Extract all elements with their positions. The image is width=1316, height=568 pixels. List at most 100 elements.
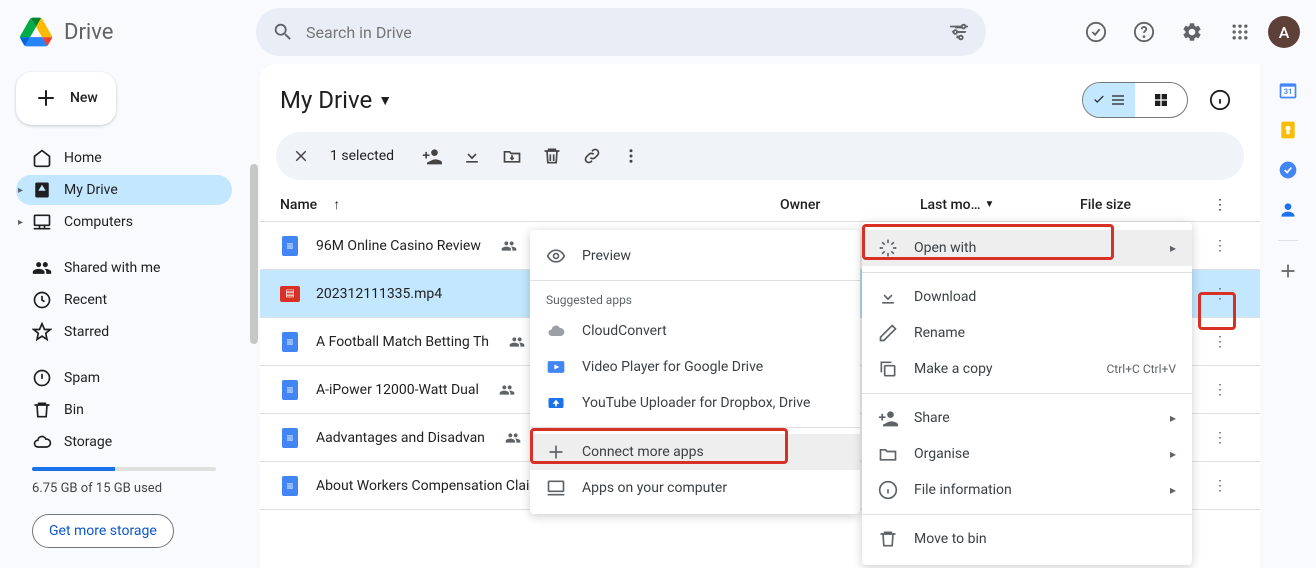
search-icon bbox=[272, 21, 294, 43]
col-name-label[interactable]: Name bbox=[280, 197, 317, 213]
menu-connect-apps[interactable]: Connect more apps bbox=[530, 434, 860, 470]
shared-indicator-icon bbox=[505, 430, 521, 446]
menu-make-copy[interactable]: Make a copy Ctrl+C Ctrl+V bbox=[862, 351, 1192, 387]
plus-icon bbox=[34, 86, 58, 110]
menu-organise[interactable]: Organise ▸ bbox=[862, 436, 1192, 472]
keep-app-icon[interactable] bbox=[1278, 120, 1298, 140]
row-more-icon[interactable]: ⋮ bbox=[1200, 430, 1240, 446]
search-options-icon[interactable] bbox=[948, 21, 970, 43]
app-name: Drive bbox=[64, 20, 113, 45]
row-more-icon[interactable]: ⋮ bbox=[1200, 382, 1240, 398]
apps-grid-icon[interactable] bbox=[1220, 12, 1260, 52]
help-icon[interactable] bbox=[1124, 12, 1164, 52]
get-storage-button[interactable]: Get more storage bbox=[32, 514, 174, 548]
account-avatar[interactable]: A bbox=[1268, 16, 1300, 48]
offline-ready-icon[interactable] bbox=[1076, 12, 1116, 52]
doc-file-icon: ≡ bbox=[280, 236, 300, 256]
calendar-app-icon[interactable]: 31 bbox=[1278, 80, 1298, 100]
nav-computers[interactable]: ▸ Computers bbox=[16, 207, 232, 237]
file-name-text: Aadvantages and Disadvan bbox=[316, 430, 485, 446]
nav-spam[interactable]: Spam bbox=[16, 363, 232, 393]
expand-icon[interactable]: ▸ bbox=[18, 185, 23, 196]
nav-label: Home bbox=[64, 150, 102, 166]
download-action-icon[interactable] bbox=[462, 146, 482, 166]
nav-bin[interactable]: Bin bbox=[16, 395, 232, 425]
drive-logo-icon bbox=[16, 12, 56, 52]
nav-home[interactable]: Home bbox=[16, 143, 232, 173]
col-size-label[interactable]: File size bbox=[1080, 197, 1200, 213]
menu-open-with[interactable]: Open with ▸ bbox=[862, 230, 1192, 266]
settings-icon[interactable] bbox=[1172, 12, 1212, 52]
doc-file-icon: ≡ bbox=[280, 380, 300, 400]
share-action-icon[interactable] bbox=[422, 146, 442, 166]
shared-indicator-icon bbox=[501, 238, 517, 254]
close-selection-icon[interactable] bbox=[292, 147, 310, 165]
expand-icon[interactable]: ▸ bbox=[18, 217, 23, 228]
menu-download[interactable]: Download bbox=[862, 279, 1192, 315]
menu-label: Preview bbox=[582, 248, 631, 264]
menu-share[interactable]: Share ▸ bbox=[862, 400, 1192, 436]
menu-label: Move to bin bbox=[914, 531, 987, 547]
doc-file-icon: ≡ bbox=[280, 428, 300, 448]
nav-label: Starred bbox=[64, 324, 109, 340]
svg-text:31: 31 bbox=[1284, 87, 1293, 96]
row-more-icon[interactable]: ⋮ bbox=[1200, 238, 1240, 254]
col-owner-label[interactable]: Owner bbox=[780, 197, 920, 213]
bin-icon bbox=[32, 400, 52, 420]
row-more-icon[interactable]: ⋮ bbox=[1200, 286, 1240, 302]
menu-preview[interactable]: Preview bbox=[530, 238, 860, 274]
menu-app-cloudconvert[interactable]: CloudConvert bbox=[530, 313, 860, 349]
submenu-arrow-icon: ▸ bbox=[1170, 447, 1176, 461]
file-name-text: A-iPower 12000-Watt Dual bbox=[316, 382, 479, 398]
row-more-icon[interactable]: ⋮ bbox=[1200, 478, 1240, 494]
list-view-button[interactable] bbox=[1083, 83, 1135, 117]
nav-storage[interactable]: Storage bbox=[16, 427, 232, 457]
menu-move-to-bin[interactable]: Move to bin bbox=[862, 521, 1192, 557]
sidebar-scrollbar[interactable] bbox=[248, 64, 260, 568]
breadcrumb[interactable]: My Drive ▼ bbox=[280, 86, 392, 114]
search-bar[interactable] bbox=[256, 8, 986, 56]
menu-label: Connect more apps bbox=[582, 444, 704, 460]
nav-label: My Drive bbox=[64, 182, 118, 198]
side-panel: 31 bbox=[1260, 64, 1316, 568]
nav-starred[interactable]: Starred bbox=[16, 317, 232, 347]
col-menu-icon[interactable]: ⋮ bbox=[1200, 197, 1240, 213]
menu-app-youtube-uploader[interactable]: YouTube Uploader for Dropbox, Drive bbox=[530, 385, 860, 421]
info-icon[interactable] bbox=[1200, 80, 1240, 120]
selection-bar: 1 selected bbox=[276, 132, 1244, 180]
nav-label: Bin bbox=[64, 402, 84, 418]
more-action-icon[interactable] bbox=[622, 147, 640, 165]
selection-count: 1 selected bbox=[330, 148, 394, 164]
link-action-icon[interactable] bbox=[582, 146, 602, 166]
video-file-icon: ▤ bbox=[280, 284, 300, 304]
storage-bar bbox=[32, 467, 216, 471]
add-addon-icon[interactable] bbox=[1278, 261, 1298, 281]
menu-rename[interactable]: Rename bbox=[862, 315, 1192, 351]
view-toggle[interactable] bbox=[1082, 82, 1188, 118]
contacts-app-icon[interactable] bbox=[1278, 200, 1298, 220]
menu-label: Video Player for Google Drive bbox=[582, 359, 763, 375]
tasks-app-icon[interactable] bbox=[1278, 160, 1298, 180]
col-modified-label[interactable]: Last mo…▼ bbox=[920, 197, 1080, 213]
breadcrumb-label: My Drive bbox=[280, 86, 372, 114]
sort-asc-icon[interactable]: ↑ bbox=[333, 196, 340, 213]
grid-view-button[interactable] bbox=[1135, 83, 1187, 117]
star-icon bbox=[32, 322, 52, 342]
menu-label: Share bbox=[914, 410, 950, 426]
menu-app-videoplayer[interactable]: Video Player for Google Drive bbox=[530, 349, 860, 385]
home-icon bbox=[32, 148, 52, 168]
menu-apps-computer[interactable]: Apps on your computer bbox=[530, 470, 860, 506]
row-more-icon[interactable]: ⋮ bbox=[1200, 334, 1240, 350]
nav-label: Storage bbox=[64, 434, 112, 450]
delete-action-icon[interactable] bbox=[542, 146, 562, 166]
new-button[interactable]: New bbox=[16, 72, 116, 125]
nav-my-drive[interactable]: ▸ My Drive bbox=[16, 175, 232, 205]
menu-file-info[interactable]: File information ▸ bbox=[862, 472, 1192, 508]
nav-shared[interactable]: Shared with me bbox=[16, 253, 232, 283]
search-input[interactable] bbox=[306, 23, 936, 42]
shared-icon bbox=[32, 258, 52, 278]
chevron-down-icon: ▼ bbox=[378, 92, 392, 109]
recent-icon bbox=[32, 290, 52, 310]
nav-recent[interactable]: Recent bbox=[16, 285, 232, 315]
move-action-icon[interactable] bbox=[502, 146, 522, 166]
